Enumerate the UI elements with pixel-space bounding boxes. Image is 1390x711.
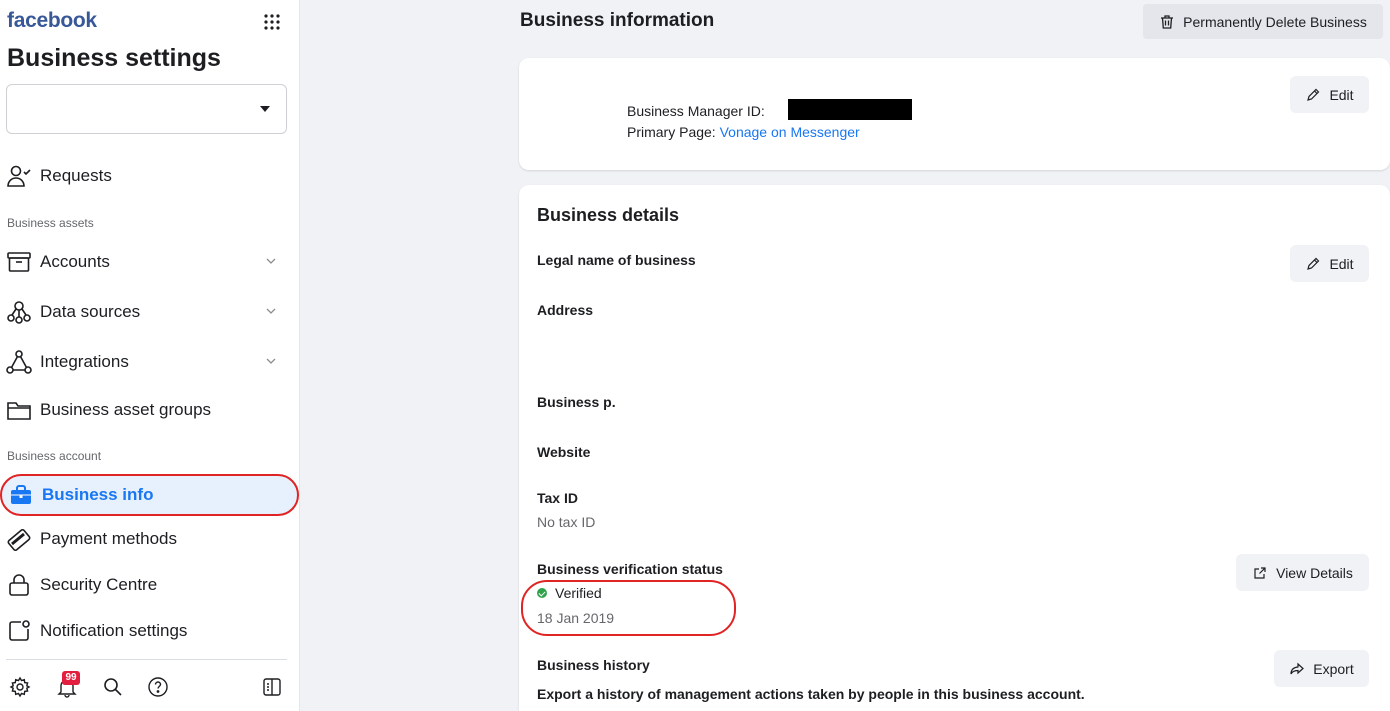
chevron-down-icon <box>266 358 276 364</box>
primary-page-row: Primary Page: Vonage on Messenger <box>627 124 860 140</box>
view-details-button[interactable]: View Details <box>1236 554 1369 591</box>
sidebar-item-label: Integrations <box>40 352 129 371</box>
notification-box-icon <box>6 618 32 644</box>
chevron-down-icon <box>266 258 276 264</box>
folder-icon <box>6 397 32 423</box>
sidebar-item-data-sources[interactable]: Data sources <box>0 292 300 332</box>
caret-down-icon <box>260 106 270 112</box>
sidebar-item-label: Notification settings <box>40 621 188 640</box>
lock-icon <box>6 572 32 598</box>
redacted-id-block <box>788 99 912 120</box>
section-label-business-account: Business account <box>7 449 102 463</box>
business-account-selector[interactable] <box>6 84 287 134</box>
triangle-nodes-icon <box>6 349 32 375</box>
person-check-icon <box>6 163 32 189</box>
page-title: Business settings <box>7 44 221 72</box>
verification-status-label: Business verification status <box>537 561 723 577</box>
business-manager-id-label: Business Manager ID: <box>627 103 765 119</box>
edit-details-button[interactable]: Edit <box>1290 245 1369 282</box>
business-history-description: Export a history of management actions t… <box>537 686 1085 702</box>
sidebar-item-integrations[interactable]: Integrations <box>0 342 300 382</box>
sidebar-item-accounts[interactable]: Accounts <box>0 242 300 282</box>
permanently-delete-business-button[interactable]: Permanently Delete Business <box>1143 4 1383 39</box>
sidebar-item-requests[interactable]: Requests <box>0 156 300 196</box>
sidebar-item-security-centre[interactable]: Security Centre <box>0 565 300 605</box>
app-grid-icon[interactable] <box>262 12 282 32</box>
business-phone-label: Business p. <box>537 394 616 410</box>
sidebar-item-label: Payment methods <box>40 529 178 548</box>
facebook-logo[interactable]: facebook <box>7 9 97 33</box>
sidebar-item-label: Requests <box>40 166 112 185</box>
sidebar-item-label: Business asset groups <box>40 400 212 419</box>
address-label: Address <box>537 302 594 318</box>
section-label-business-assets: Business assets <box>7 216 94 230</box>
button-label: Permanently Delete Business <box>1183 13 1367 30</box>
tax-id-value: No tax ID <box>537 514 596 530</box>
sidebar-bottom-bar <box>0 668 300 704</box>
button-label: Export <box>1313 660 1354 677</box>
sidebar: facebook Business settings Requests Busi… <box>0 0 300 711</box>
sidebar-item-label: Security Centre <box>40 575 158 594</box>
external-link-icon <box>1254 566 1266 579</box>
search-icon[interactable] <box>102 676 124 698</box>
pencil-icon <box>1307 88 1320 101</box>
edit-summary-button[interactable]: Edit <box>1290 76 1369 113</box>
primary-page-link[interactable]: Vonage on Messenger <box>720 124 860 140</box>
share-arrow-icon <box>1290 662 1305 674</box>
sidebar-item-business-asset-groups[interactable]: Business asset groups <box>0 390 300 430</box>
primary-page-label: Primary Page: <box>627 124 720 140</box>
website-label: Website <box>537 444 591 460</box>
export-button[interactable]: Export <box>1274 650 1369 687</box>
notification-count-badge: 99 <box>62 671 80 685</box>
sidebar-item-notification-settings[interactable]: Notification settings <box>0 611 300 651</box>
people-network-icon <box>6 299 32 325</box>
trash-icon <box>1161 14 1174 29</box>
section-title: Business information <box>520 10 715 31</box>
sidebar-item-label: Accounts <box>40 252 110 271</box>
chevron-down-icon <box>266 308 276 314</box>
sidebar-item-business-info[interactable]: Business info <box>0 474 299 516</box>
button-label: Edit <box>1329 86 1354 103</box>
tax-id-label: Tax ID <box>537 490 578 506</box>
gear-icon[interactable] <box>9 676 31 698</box>
business-details-heading: Business details <box>537 205 680 225</box>
archive-box-icon <box>6 249 32 275</box>
panel-toggle-icon[interactable] <box>261 676 283 698</box>
legal-name-label: Legal name of business <box>537 252 696 268</box>
sidebar-divider <box>6 659 287 660</box>
sidebar-item-label: Data sources <box>40 302 141 321</box>
card-icon <box>6 526 32 552</box>
pencil-icon <box>1307 257 1320 270</box>
sidebar-item-label: Business info <box>42 485 154 504</box>
highlight-annotation <box>521 580 736 636</box>
sidebar-item-payment-methods[interactable]: Payment methods <box>0 519 300 559</box>
button-label: View Details <box>1276 564 1353 581</box>
help-icon[interactable] <box>147 676 169 698</box>
briefcase-icon <box>8 482 34 508</box>
button-label: Edit <box>1329 255 1354 272</box>
business-history-label: Business history <box>537 657 650 673</box>
